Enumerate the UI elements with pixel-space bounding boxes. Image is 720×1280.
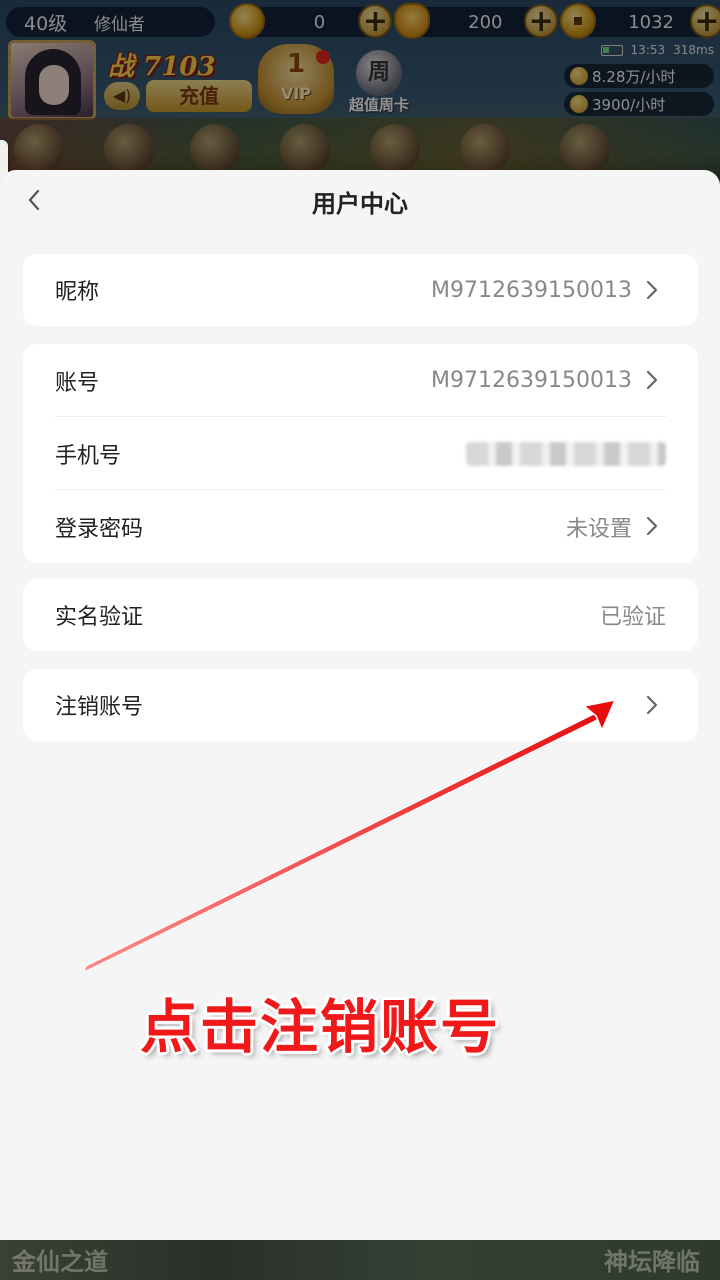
row-delete-account[interactable]: 注销账号	[23, 669, 698, 741]
row-label: 账号	[55, 370, 100, 396]
row-label: 注销账号	[55, 695, 144, 720]
row-real-name[interactable]: 实名验证 已验证	[23, 579, 698, 651]
delete-account-card: 注销账号	[23, 669, 698, 741]
chevron-right-icon	[646, 280, 658, 300]
game-bottom-nav: 金仙之道 神坛降临	[0, 1240, 720, 1280]
row-nickname[interactable]: 昵称 M9712639150013	[23, 254, 698, 326]
row-value: 未设置	[565, 516, 632, 542]
nickname-card: 昵称 M9712639150013	[23, 254, 698, 326]
bottom-nav-item: 金仙之道	[12, 1248, 108, 1276]
phone-value-redacted	[466, 441, 666, 466]
chevron-right-icon	[646, 516, 658, 536]
annotation-caption: 点击注销账号	[140, 993, 501, 1061]
chevron-right-icon	[646, 370, 658, 390]
bottom-nav-item: 神坛降临	[604, 1248, 700, 1276]
row-value: 已验证	[599, 605, 666, 630]
page-title: 用户中心	[312, 190, 408, 218]
user-center-panel: 用户中心 昵称 M9712639150013 账号 M9712639150013…	[0, 170, 720, 1240]
row-label: 昵称	[55, 280, 100, 305]
modal-backdrop[interactable]	[0, 0, 720, 180]
verification-card: 实名验证 已验证	[23, 579, 698, 651]
row-label: 登录密码	[55, 516, 144, 542]
account-card: 账号 M9712639150013 手机号 登录密码 未设置	[23, 344, 698, 563]
panel-header: 用户中心	[0, 170, 720, 232]
row-phone[interactable]: 手机号	[23, 417, 698, 490]
row-account[interactable]: 账号 M9712639150013	[23, 344, 698, 417]
chevron-right-icon	[646, 695, 658, 715]
row-password[interactable]: 登录密码 未设置	[23, 490, 698, 563]
row-label: 实名验证	[55, 605, 144, 630]
row-value: M9712639150013	[431, 368, 632, 393]
row-label: 手机号	[55, 443, 122, 469]
row-value: M9712639150013	[431, 277, 632, 303]
